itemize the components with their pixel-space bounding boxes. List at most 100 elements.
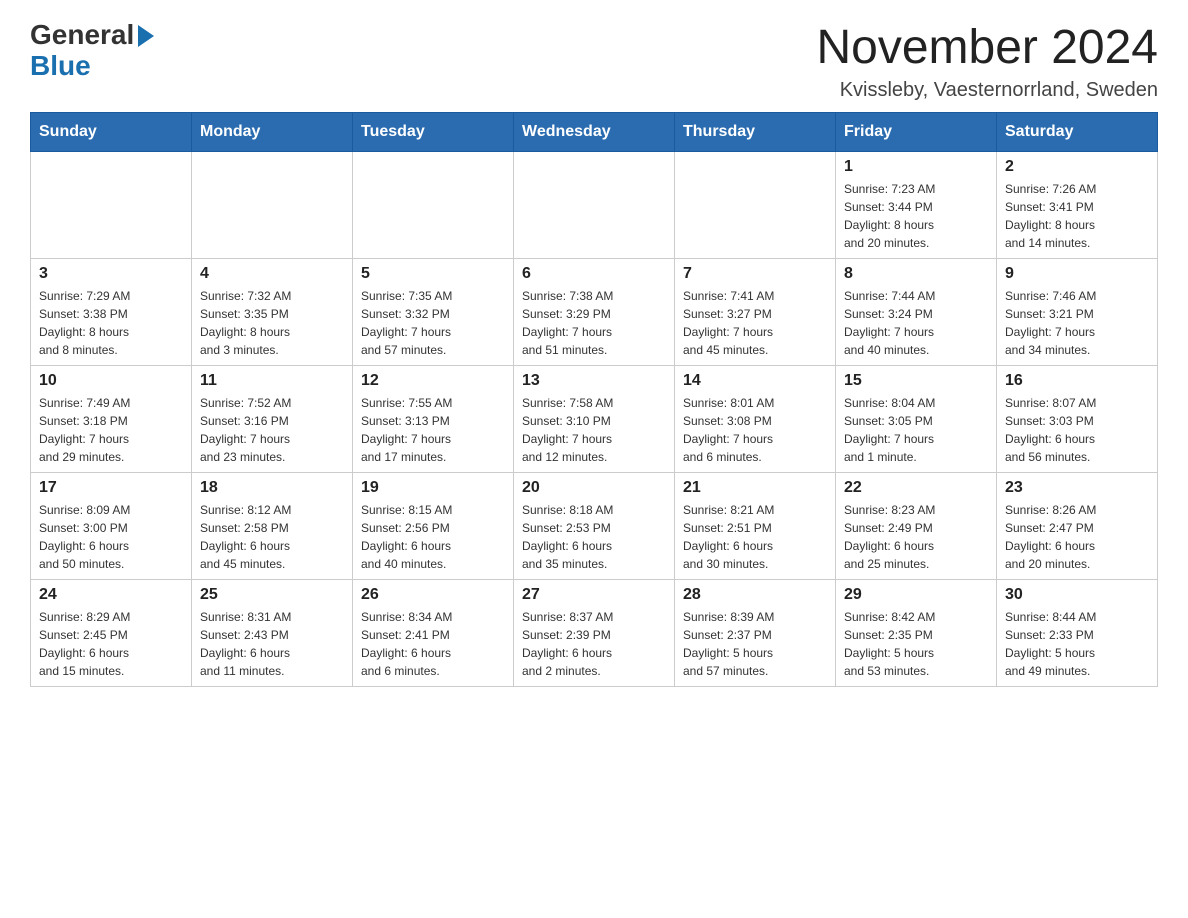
calendar-cell: 27 Sunrise: 8:37 AM Sunset: 2:39 PM Dayli… <box>514 580 675 687</box>
col-sunday: Sunday <box>31 113 192 152</box>
week-row-2: 3 Sunrise: 7:29 AM Sunset: 3:38 PM Daylig… <box>31 259 1158 366</box>
col-tuesday: Tuesday <box>353 113 514 152</box>
calendar-cell: 17Sunrise: 8:09 AM Sunset: 3:00 PM Dayli… <box>31 473 192 580</box>
calendar-cell: 14 Sunrise: 8:01 AM Sunset: 3:08 PM Dayli… <box>675 366 836 473</box>
calendar-cell: 6 Sunrise: 7:38 AM Sunset: 3:29 PM Daylig… <box>514 259 675 366</box>
day-info: Sunrise: 8:31 AM Sunset: 2:43 PM Dayligh… <box>200 608 344 680</box>
day-info: Sunrise: 7:26 AM Sunset: 3:41 PM Dayligh… <box>1005 180 1149 252</box>
week-row-1: 1 Sunrise: 7:23 AM Sunset: 3:44 PM Daylig… <box>31 152 1158 259</box>
day-info: Sunrise: 7:41 AM Sunset: 3:27 PM Dayligh… <box>683 287 827 359</box>
calendar-cell: 20 Sunrise: 8:18 AM Sunset: 2:53 PM Dayli… <box>514 473 675 580</box>
logo-general-text: General <box>30 20 134 51</box>
day-info: Sunrise: 7:49 AM Sunset: 3:18 PM Dayligh… <box>39 394 183 466</box>
day-number: 16 <box>1005 372 1149 390</box>
day-info: Sunrise: 8:34 AM Sunset: 2:41 PM Dayligh… <box>361 608 505 680</box>
day-number: 13 <box>522 372 666 390</box>
calendar-cell: 25Sunrise: 8:31 AM Sunset: 2:43 PM Dayli… <box>192 580 353 687</box>
day-number: 22 <box>844 479 988 497</box>
day-number: 2 <box>1005 158 1149 176</box>
day-number: 21 <box>683 479 827 497</box>
day-info: Sunrise: 8:04 AM Sunset: 3:05 PM Dayligh… <box>844 394 988 466</box>
day-info: Sunrise: 7:58 AM Sunset: 3:10 PM Dayligh… <box>522 394 666 466</box>
location-subtitle: Kvissleby, Vaesternorrland, Sweden <box>816 79 1158 102</box>
day-info: Sunrise: 8:29 AM Sunset: 2:45 PM Dayligh… <box>39 608 183 680</box>
calendar-cell: 30Sunrise: 8:44 AM Sunset: 2:33 PM Dayli… <box>997 580 1158 687</box>
day-info: Sunrise: 7:52 AM Sunset: 3:16 PM Dayligh… <box>200 394 344 466</box>
week-row-3: 10 Sunrise: 7:49 AM Sunset: 3:18 PM Dayli… <box>31 366 1158 473</box>
day-number: 23 <box>1005 479 1149 497</box>
day-info: Sunrise: 7:29 AM Sunset: 3:38 PM Dayligh… <box>39 287 183 359</box>
day-info: Sunrise: 8:23 AM Sunset: 2:49 PM Dayligh… <box>844 501 988 573</box>
calendar-table: Sunday Monday Tuesday Wednesday Thursday… <box>30 112 1158 687</box>
day-info: Sunrise: 7:44 AM Sunset: 3:24 PM Dayligh… <box>844 287 988 359</box>
calendar-cell: 13 Sunrise: 7:58 AM Sunset: 3:10 PM Dayli… <box>514 366 675 473</box>
calendar-cell: 29Sunrise: 8:42 AM Sunset: 2:35 PM Dayli… <box>836 580 997 687</box>
day-number: 5 <box>361 265 505 283</box>
title-area: November 2024 Kvissleby, Vaesternorrland… <box>816 20 1158 102</box>
day-info: Sunrise: 8:42 AM Sunset: 2:35 PM Dayligh… <box>844 608 988 680</box>
week-row-4: 17Sunrise: 8:09 AM Sunset: 3:00 PM Dayli… <box>31 473 1158 580</box>
day-number: 3 <box>39 265 183 283</box>
col-saturday: Saturday <box>997 113 1158 152</box>
day-number: 24 <box>39 586 183 604</box>
day-info: Sunrise: 8:12 AM Sunset: 2:58 PM Dayligh… <box>200 501 344 573</box>
day-number: 7 <box>683 265 827 283</box>
logo-blue-text: Blue <box>30 51 91 82</box>
calendar-cell: 19Sunrise: 8:15 AM Sunset: 2:56 PM Dayli… <box>353 473 514 580</box>
day-info: Sunrise: 7:32 AM Sunset: 3:35 PM Dayligh… <box>200 287 344 359</box>
calendar-cell <box>31 152 192 259</box>
day-info: Sunrise: 8:18 AM Sunset: 2:53 PM Dayligh… <box>522 501 666 573</box>
calendar-cell: 24 Sunrise: 8:29 AM Sunset: 2:45 PM Dayli… <box>31 580 192 687</box>
calendar-cell: 21 Sunrise: 8:21 AM Sunset: 2:51 PM Dayli… <box>675 473 836 580</box>
calendar-cell: 1 Sunrise: 7:23 AM Sunset: 3:44 PM Daylig… <box>836 152 997 259</box>
calendar-cell: 26 Sunrise: 8:34 AM Sunset: 2:41 PM Dayli… <box>353 580 514 687</box>
day-info: Sunrise: 8:37 AM Sunset: 2:39 PM Dayligh… <box>522 608 666 680</box>
col-wednesday: Wednesday <box>514 113 675 152</box>
col-thursday: Thursday <box>675 113 836 152</box>
calendar-cell: 12Sunrise: 7:55 AM Sunset: 3:13 PM Dayli… <box>353 366 514 473</box>
day-info: Sunrise: 7:55 AM Sunset: 3:13 PM Dayligh… <box>361 394 505 466</box>
calendar-cell: 15 Sunrise: 8:04 AM Sunset: 3:05 PM Dayli… <box>836 366 997 473</box>
day-number: 18 <box>200 479 344 497</box>
page-header: General Blue November 2024 Kvissleby, Va… <box>30 20 1158 102</box>
day-number: 11 <box>200 372 344 390</box>
col-friday: Friday <box>836 113 997 152</box>
day-info: Sunrise: 8:01 AM Sunset: 3:08 PM Dayligh… <box>683 394 827 466</box>
calendar-cell <box>675 152 836 259</box>
calendar-cell: 28Sunrise: 8:39 AM Sunset: 2:37 PM Dayli… <box>675 580 836 687</box>
day-number: 27 <box>522 586 666 604</box>
day-number: 20 <box>522 479 666 497</box>
day-info: Sunrise: 7:38 AM Sunset: 3:29 PM Dayligh… <box>522 287 666 359</box>
calendar-cell: 9 Sunrise: 7:46 AM Sunset: 3:21 PM Daylig… <box>997 259 1158 366</box>
day-number: 10 <box>39 372 183 390</box>
day-info: Sunrise: 7:23 AM Sunset: 3:44 PM Dayligh… <box>844 180 988 252</box>
day-info: Sunrise: 8:07 AM Sunset: 3:03 PM Dayligh… <box>1005 394 1149 466</box>
calendar-cell: 3 Sunrise: 7:29 AM Sunset: 3:38 PM Daylig… <box>31 259 192 366</box>
calendar-cell <box>192 152 353 259</box>
calendar-cell: 16 Sunrise: 8:07 AM Sunset: 3:03 PM Dayli… <box>997 366 1158 473</box>
calendar-cell: 10 Sunrise: 7:49 AM Sunset: 3:18 PM Dayli… <box>31 366 192 473</box>
day-number: 8 <box>844 265 988 283</box>
day-number: 15 <box>844 372 988 390</box>
calendar-cell: 8 Sunrise: 7:44 AM Sunset: 3:24 PM Daylig… <box>836 259 997 366</box>
day-number: 6 <box>522 265 666 283</box>
calendar-cell: 18 Sunrise: 8:12 AM Sunset: 2:58 PM Dayli… <box>192 473 353 580</box>
day-info: Sunrise: 7:35 AM Sunset: 3:32 PM Dayligh… <box>361 287 505 359</box>
logo: General Blue <box>30 20 154 82</box>
day-number: 4 <box>200 265 344 283</box>
day-number: 14 <box>683 372 827 390</box>
day-info: Sunrise: 7:46 AM Sunset: 3:21 PM Dayligh… <box>1005 287 1149 359</box>
calendar-cell <box>514 152 675 259</box>
calendar-cell: 11 Sunrise: 7:52 AM Sunset: 3:16 PM Dayli… <box>192 366 353 473</box>
calendar-cell: 5 Sunrise: 7:35 AM Sunset: 3:32 PM Daylig… <box>353 259 514 366</box>
day-number: 1 <box>844 158 988 176</box>
day-number: 30 <box>1005 586 1149 604</box>
col-monday: Monday <box>192 113 353 152</box>
calendar-cell: 7 Sunrise: 7:41 AM Sunset: 3:27 PM Daylig… <box>675 259 836 366</box>
calendar-cell <box>353 152 514 259</box>
day-info: Sunrise: 8:21 AM Sunset: 2:51 PM Dayligh… <box>683 501 827 573</box>
week-row-5: 24 Sunrise: 8:29 AM Sunset: 2:45 PM Dayli… <box>31 580 1158 687</box>
day-number: 26 <box>361 586 505 604</box>
day-number: 9 <box>1005 265 1149 283</box>
calendar-cell: 22 Sunrise: 8:23 AM Sunset: 2:49 PM Dayli… <box>836 473 997 580</box>
